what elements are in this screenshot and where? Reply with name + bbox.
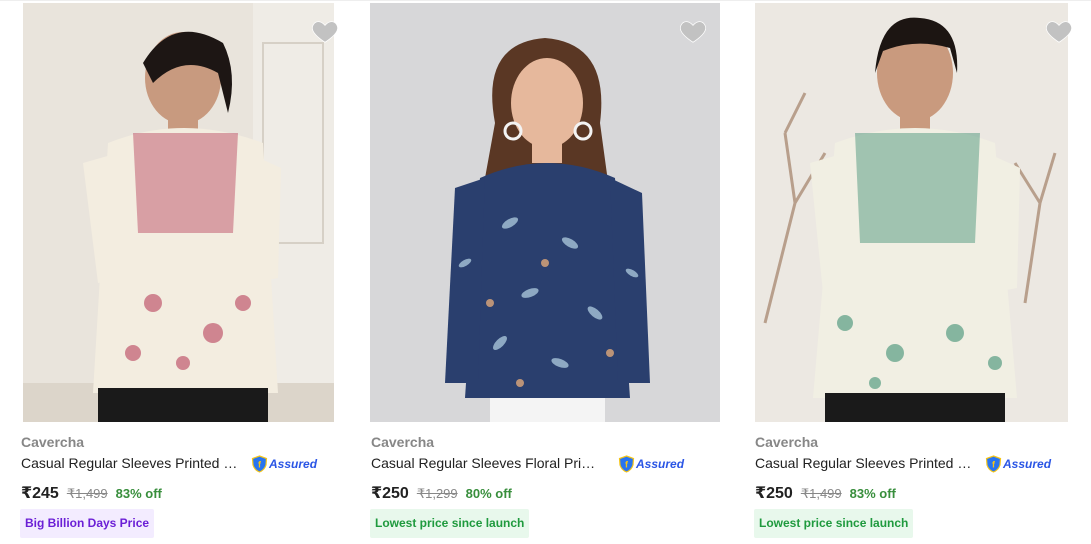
price-row: ₹250 ₹1,499 83% off: [755, 483, 896, 503]
product-photo: [23, 3, 334, 422]
selling-price: ₹250: [755, 485, 793, 502]
original-price: ₹1,299: [416, 486, 458, 501]
assured-label: Assured: [269, 457, 318, 471]
assured-badge: f Assured: [251, 454, 317, 474]
assured-shield-icon: f: [618, 455, 635, 473]
assured-badge: f Assured: [618, 454, 684, 474]
original-price: ₹1,499: [800, 486, 842, 501]
product-card[interactable]: Cavercha Casual Regular Sleeves Floral P…: [370, 0, 720, 544]
product-title[interactable]: Casual Regular Sleeves Printed Women Whi…: [755, 455, 981, 471]
discount-percent: 83% off: [849, 486, 896, 501]
discount-percent: 80% off: [465, 486, 512, 501]
assured-shield-icon: f: [985, 455, 1002, 473]
product-image[interactable]: [370, 3, 720, 422]
product-card[interactable]: Cavercha Casual Regular Sleeves Printed …: [20, 0, 340, 544]
selling-price: ₹250: [371, 485, 409, 502]
wishlist-heart-icon[interactable]: [678, 16, 708, 46]
wishlist-heart-icon[interactable]: [1044, 16, 1074, 46]
assured-shield-icon: f: [251, 455, 268, 473]
brand-name: Cavercha: [371, 434, 435, 450]
price-row: ₹245 ₹1,499 83% off: [21, 483, 162, 503]
offer-badge: Lowest price since launch: [754, 509, 914, 538]
original-price: ₹1,499: [66, 486, 108, 501]
assured-label: Assured: [1003, 457, 1052, 471]
discount-percent: 83% off: [115, 486, 162, 501]
brand-name: Cavercha: [21, 434, 85, 450]
product-photo: [755, 3, 1068, 422]
product-image[interactable]: [755, 3, 1068, 422]
offer-badge: Big Billion Days Price: [20, 509, 155, 538]
selling-price: ₹245: [21, 485, 59, 502]
product-card[interactable]: Cavercha Casual Regular Sleeves Printed …: [754, 0, 1074, 544]
product-title[interactable]: Casual Regular Sleeves Floral Print Wome…: [371, 455, 601, 471]
brand-name: Cavercha: [755, 434, 819, 450]
product-photo: [370, 3, 720, 422]
assured-badge: f Assured: [985, 454, 1051, 474]
product-image[interactable]: [23, 3, 334, 422]
product-title[interactable]: Casual Regular Sleeves Printed Women Whi…: [21, 455, 247, 471]
offer-badge: Lowest price since launch: [370, 509, 530, 538]
price-row: ₹250 ₹1,299 80% off: [371, 483, 512, 503]
assured-label: Assured: [636, 457, 685, 471]
wishlist-heart-icon[interactable]: [310, 16, 340, 46]
